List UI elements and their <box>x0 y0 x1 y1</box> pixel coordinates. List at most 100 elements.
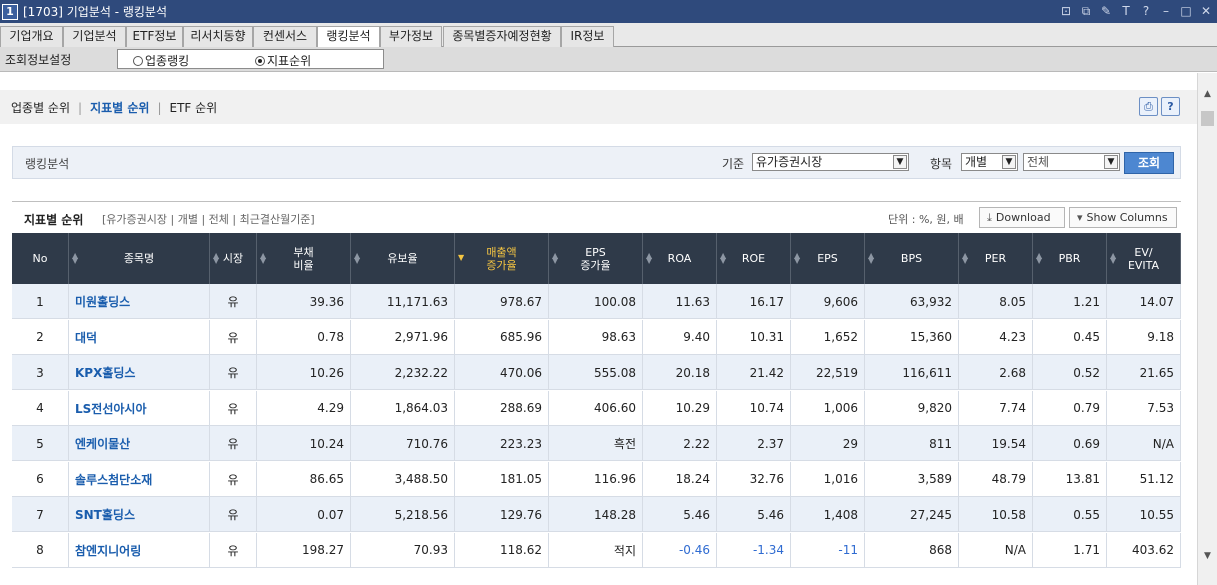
cell-eps: -11 <box>791 532 865 568</box>
table-row[interactable]: 3 KPX홀딩스 유 10.26 2,232.22 470.06 555.08 20.18 21… <box>12 355 1181 390</box>
vertical-scrollbar[interactable]: ▲ ▼ <box>1197 73 1217 585</box>
cell-eps-growth: 100.08 <box>549 284 643 319</box>
window-title: [1703] 기업분석 - 랭킹분석 <box>23 5 167 19</box>
cell-market: 유 <box>210 426 257 461</box>
layout-icon[interactable]: ⊡ <box>1059 3 1073 19</box>
basis-select[interactable]: 유가증권시장 ▼ <box>752 153 909 171</box>
item-type-select[interactable]: 개별 ▼ <box>961 153 1018 171</box>
radio-industry-ranking[interactable]: 업종랭킹 <box>133 52 189 69</box>
maximize-icon[interactable]: □ <box>1179 3 1193 19</box>
column-header-eps[interactable]: ▲ ▼ EPS <box>791 233 865 284</box>
tab-8[interactable]: 종목별증자예정현황 <box>443 26 561 47</box>
minimize-icon[interactable]: – <box>1159 3 1173 19</box>
tab-3[interactable]: ETF정보 <box>126 26 183 47</box>
table-row[interactable]: 5 엔케이물산 유 10.24 710.76 223.23 흑전 2.22 2.37 29 811 1… <box>12 426 1181 461</box>
cell-bps: 63,932 <box>865 284 959 319</box>
cell-stock-name[interactable]: 솔루스첨단소재 <box>69 461 210 497</box>
table-row[interactable]: 7 SNT홀딩스 유 0.07 5,218.56 129.76 148.28 5.46 5.46… <box>12 497 1181 532</box>
tab-5[interactable]: 컨센서스 <box>253 26 317 47</box>
subnav-etf-rank[interactable]: ETF 순위 <box>170 99 218 116</box>
cell-reserve-ratio: 1,864.03 <box>351 390 455 426</box>
window-number-badge: 1 <box>2 3 18 20</box>
column-header-pbr[interactable]: ▲ ▼ PBR <box>1033 233 1107 284</box>
cell-market: 유 <box>210 284 257 319</box>
radio-indicator-ranking-dot[interactable] <box>255 55 265 66</box>
cell-eps-growth: 148.28 <box>549 497 643 532</box>
font-icon[interactable]: T <box>1119 3 1133 19</box>
chevron-down-icon[interactable]: ▼ <box>1002 155 1016 169</box>
column-header-roa[interactable]: ▲ ▼ ROA <box>643 233 717 284</box>
search-button[interactable]: 조회 <box>1124 152 1174 174</box>
tab-9[interactable]: IR정보 <box>561 26 614 47</box>
column-header-eps-growth[interactable]: ▲ ▼ EPS 증가율 <box>549 233 643 284</box>
section-header: 지표별 순위 [유가증권시장 | 개별 | 전체 | 최근결산월기준] 단위 :… <box>12 201 1181 234</box>
cell-pbr: 0.69 <box>1033 426 1107 461</box>
table-row[interactable]: 6 솔루스첨단소재 유 86.65 3,488.50 181.05 116.96 18.24 3… <box>12 461 1181 497</box>
cell-stock-name[interactable]: 참엔지니어링 <box>69 532 210 568</box>
cell-eps: 9,606 <box>791 284 865 319</box>
table-row[interactable]: 2 대덕 유 0.78 2,971.96 685.96 98.63 9.40 10.31 1,65… <box>12 319 1181 355</box>
download-button[interactable]: ⤓ Download <box>979 207 1065 228</box>
cell-roe: 10.74 <box>717 390 791 426</box>
sort-icon: ▲ ▼ <box>646 251 653 265</box>
subnav-industry-rank[interactable]: 업종별 순위 <box>11 99 70 116</box>
column-header-reserve-ratio[interactable]: ▲ ▼ 유보율 <box>351 233 455 284</box>
show-columns-button[interactable]: ▾ Show Columns <box>1069 207 1177 228</box>
table-row[interactable]: 1 미원홀딩스 유 39.36 11,171.63 978.67 100.08 11.63 16… <box>12 284 1181 319</box>
cell-stock-name[interactable]: 미원홀딩스 <box>69 284 210 319</box>
cell-stock-name[interactable]: SNT홀딩스 <box>69 497 210 532</box>
scroll-down-icon[interactable]: ▼ <box>1198 551 1217 567</box>
window-titlebar: 1 [1703] 기업분석 - 랭킹분석 ⊡ ⧉ ✎ T? – □ ✕ <box>0 0 1217 23</box>
help-icon[interactable]: ? <box>1139 3 1153 19</box>
cell-stock-name[interactable]: LS전선아시아 <box>69 390 210 426</box>
sort-icon: ▲ ▼ <box>354 251 361 265</box>
cell-roe: 10.31 <box>717 319 791 355</box>
cell-stock-name[interactable]: 엔케이물산 <box>69 426 210 461</box>
cell-reserve-ratio: 2,232.22 <box>351 355 455 390</box>
cell-roa: 10.29 <box>643 390 717 426</box>
chevron-down-icon[interactable]: ▼ <box>893 155 907 169</box>
column-header-debt-ratio[interactable]: ▲ ▼ 부채 비율 <box>257 233 351 284</box>
help-icon[interactable]: ? <box>1161 97 1180 116</box>
tab-7[interactable]: 부가정보 <box>380 26 442 47</box>
cell-ev-evita: 21.65 <box>1107 355 1181 390</box>
column-header-sales-growth[interactable]: ▼ 매출액 증가율 <box>455 233 549 284</box>
cell-eps-growth: 흑전 <box>549 426 643 461</box>
column-header-market[interactable]: ▲ ▼ 시장 <box>210 233 257 284</box>
column-header-per[interactable]: ▲ ▼ PER <box>959 233 1033 284</box>
cell-no: 3 <box>12 355 69 390</box>
cell-eps-growth: 116.96 <box>549 461 643 497</box>
item-scope-select[interactable]: 전체 ▼ <box>1023 153 1120 171</box>
chevron-down-icon[interactable]: ▼ <box>1104 155 1118 169</box>
cell-ev-evita: N/A <box>1107 426 1181 461</box>
cell-stock-name[interactable]: 대덕 <box>69 319 210 355</box>
table-row[interactable]: 4 LS전선아시아 유 4.29 1,864.03 288.69 406.60 10.29 10… <box>12 390 1181 426</box>
column-header-stock-name[interactable]: ▲ ▼ 종목명 <box>69 233 210 284</box>
radio-indicator-ranking[interactable]: 지표순위 <box>255 52 311 69</box>
tab-2[interactable]: 기업분석 <box>63 26 126 47</box>
radio-industry-ranking-dot[interactable] <box>133 55 143 66</box>
edit-icon[interactable]: ✎ <box>1099 3 1113 19</box>
column-header-no[interactable]: No <box>12 233 69 284</box>
tab-4[interactable]: 리서치동향 <box>183 26 253 47</box>
column-header-roe[interactable]: ▲ ▼ ROE <box>717 233 791 284</box>
sort-icon: ▼ <box>458 253 465 262</box>
table-row[interactable]: 8 참엔지니어링 유 198.27 70.93 118.62 적지 -0.46 -1.34 -11… <box>12 532 1181 568</box>
unit-label: 단위 : %, 원, 배 <box>888 213 964 226</box>
column-header-bps[interactable]: ▲ ▼ BPS <box>865 233 959 284</box>
column-header-label: EV/ EVITA <box>1127 245 1160 272</box>
cell-stock-name[interactable]: KPX홀딩스 <box>69 355 210 390</box>
cell-market: 유 <box>210 355 257 390</box>
subnav-indicator-rank[interactable]: 지표별 순위 <box>90 99 149 116</box>
cell-reserve-ratio: 2,971.96 <box>351 319 455 355</box>
scroll-thumb[interactable] <box>1201 111 1214 126</box>
column-header-label: ROA <box>667 252 692 265</box>
scroll-up-icon[interactable]: ▲ <box>1198 89 1217 105</box>
print-icon[interactable]: ⎙ <box>1139 97 1158 116</box>
restore-icon[interactable]: ⧉ <box>1079 3 1093 19</box>
tab-6[interactable]: 랭킹분석 <box>317 26 380 48</box>
close-icon[interactable]: ✕ <box>1199 3 1213 19</box>
tab-1[interactable]: 기업개요 <box>0 26 63 47</box>
column-header-ev-evita[interactable]: ▲ ▼ EV/ EVITA <box>1107 233 1181 284</box>
ranking-filter-panel: 랭킹분석 기준 유가증권시장 ▼ 항목 개별 ▼ 전체 ▼ 조회 <box>12 146 1181 179</box>
